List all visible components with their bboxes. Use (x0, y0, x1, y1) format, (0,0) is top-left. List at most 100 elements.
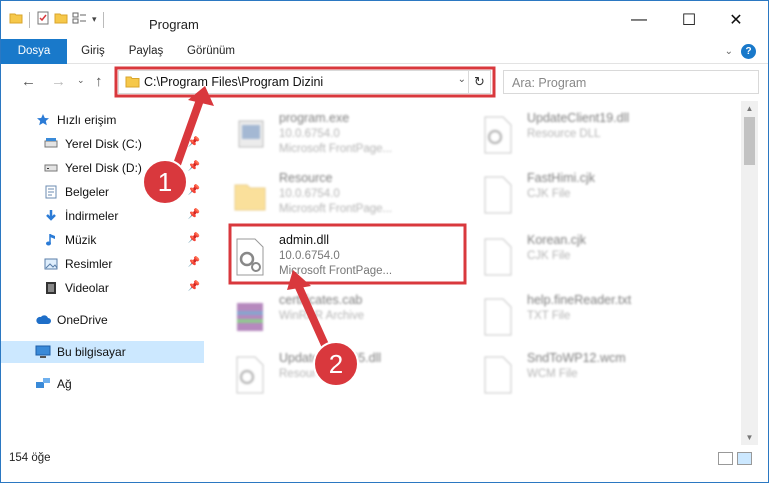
details-view-icon[interactable] (718, 452, 733, 465)
file-type: Resource DLL (527, 128, 601, 140)
file-tile[interactable]: UpdateClient19.dll Resource DLL (463, 105, 703, 163)
file-tile[interactable]: Korean.cjk CJK File (463, 227, 703, 285)
file-tile[interactable]: program.exe 10.0.6754.0 Microsoft FrontP… (215, 105, 455, 163)
tiles-view-icon[interactable] (737, 452, 752, 465)
tab-file[interactable]: Dosya (1, 39, 67, 64)
pin-icon[interactable]: 📌 (188, 257, 200, 268)
sidebar-item-local-disk-d[interactable]: Yerel Disk (D:) 📌 (1, 157, 204, 179)
videos-icon (43, 280, 59, 296)
download-icon (43, 208, 59, 224)
archive-icon (233, 297, 267, 337)
tab-view[interactable]: Görünüm (179, 39, 243, 64)
folder-icon (125, 75, 140, 92)
explorer-window: ▾ Program — ☐ ✕ Dosya Giriş Paylaş Görün… (0, 0, 769, 483)
file-type: WCM File (527, 368, 578, 380)
up-arrow-icon[interactable]: ↑ (95, 73, 103, 90)
address-bar[interactable]: C:\Program Files\Program Dizini ⌄ ↻ (118, 70, 491, 94)
sidebar-item-pictures[interactable]: Resimler 📌 (1, 253, 204, 275)
file-icon (481, 297, 515, 337)
file-tile[interactable]: certificates.cab WinRAR Archive (215, 287, 455, 345)
sidebar-item-quick-access[interactable]: Hızlı erişim (1, 109, 204, 131)
file-name: program.exe (279, 111, 350, 125)
window-title: Program (149, 17, 199, 32)
file-type: CJK File (527, 250, 571, 262)
music-icon (43, 232, 59, 248)
file-description: Microsoft FrontPage... (279, 265, 393, 277)
search-input[interactable]: Ara: Program (503, 70, 759, 94)
pin-icon[interactable]: 📌 (188, 281, 200, 292)
title-bar: ▾ Program — ☐ ✕ (1, 1, 768, 39)
drive-icon (43, 160, 59, 176)
address-dropdown-icon[interactable]: ⌄ (458, 74, 466, 85)
file-description: Microsoft FrontPage... (279, 143, 393, 155)
help-icon[interactable]: ? (741, 44, 756, 59)
sidebar-item-videos[interactable]: Videolar 📌 (1, 277, 204, 299)
maximize-button[interactable]: ☐ (667, 1, 711, 39)
file-type: Resource DLL (279, 368, 353, 380)
view-icon[interactable] (72, 11, 88, 28)
close-button[interactable]: ✕ (714, 1, 758, 39)
pin-icon[interactable]: 📌 (188, 185, 200, 196)
exe-icon (233, 115, 267, 155)
file-name: admin.dll (279, 233, 330, 247)
scroll-up-icon[interactable]: ▲ (741, 104, 758, 113)
forward-arrow-icon[interactable]: → (51, 73, 66, 90)
pin-icon[interactable]: 📌 (188, 233, 200, 244)
pin-icon[interactable]: 📌 (188, 209, 200, 220)
minimize-button[interactable]: — (617, 1, 661, 39)
new-folder-icon[interactable] (54, 11, 68, 28)
sidebar-item-this-pc[interactable]: Bu bilgisayar (1, 341, 204, 363)
file-tile[interactable]: UpdateClient65.dll Resource DLL (215, 345, 455, 403)
ribbon-right-controls: ⌄ ? (725, 44, 756, 59)
sidebar-item-local-disk-c[interactable]: Yerel Disk (C:) 📌 (1, 133, 204, 155)
file-tile-admin-dll[interactable]: admin.dll 10.0.6754.0 Microsoft FrontPag… (215, 227, 455, 285)
sidebar-item-documents[interactable]: Belgeler 📌 (1, 181, 204, 203)
sidebar-item-downloads[interactable]: İndirmeler 📌 (1, 205, 204, 227)
scroll-down-icon[interactable]: ▼ (741, 433, 758, 442)
chevron-down-icon[interactable]: ⌄ (77, 75, 85, 86)
file-name: SndToWP12.wcm (527, 351, 626, 365)
file-name: Resource (279, 171, 333, 185)
dll-icon (233, 237, 267, 277)
status-bar: 154 öğe (1, 449, 768, 469)
network-icon (35, 376, 51, 392)
sidebar-item-onedrive[interactable]: OneDrive (1, 309, 204, 331)
quick-access-toolbar: ▾ (9, 11, 106, 28)
file-name: UpdateClient19.dll (527, 111, 630, 125)
sidebar-item-music[interactable]: Müzik 📌 (1, 229, 204, 251)
file-tile[interactable]: Resource 10.0.6754.0 Microsoft FrontPage… (215, 165, 455, 223)
file-tile[interactable]: SndToWP12.wcm WCM File (463, 345, 703, 403)
file-list: program.exe 10.0.6754.0 Microsoft FrontP… (215, 105, 740, 445)
file-icon (481, 237, 515, 277)
tab-home[interactable]: Giriş (71, 39, 115, 64)
file-tile[interactable]: FastHimi.cjk CJK File (463, 165, 703, 223)
file-tile[interactable]: help.fineReader.txt TXT File (463, 287, 703, 345)
tab-share[interactable]: Paylaş (119, 39, 173, 64)
properties-icon[interactable] (36, 11, 50, 28)
file-version: 10.0.6754.0 (279, 128, 340, 140)
item-count: 154 öğe (9, 452, 51, 464)
file-icon (481, 355, 515, 395)
sidebar-item-label: Müzik (65, 233, 97, 247)
vertical-scrollbar[interactable]: ▲ ▼ (741, 101, 758, 445)
refresh-icon[interactable]: ↻ (468, 71, 490, 93)
chevron-down-icon[interactable]: ⌄ (725, 46, 733, 57)
star-icon (35, 112, 51, 128)
chevron-down-icon[interactable]: ▾ (92, 14, 97, 25)
maximize-icon: ☐ (681, 12, 697, 29)
back-arrow-icon[interactable]: ← (21, 73, 36, 90)
pin-icon[interactable]: 📌 (188, 137, 200, 148)
navigation-row: ← → ⌄ ↑ C:\Program Files\Program Dizini … (1, 65, 768, 101)
sidebar-item-label: Bu bilgisayar (57, 345, 126, 359)
dll-icon (481, 115, 515, 155)
cloud-icon (35, 312, 51, 328)
scrollbar-thumb[interactable] (744, 117, 755, 165)
sidebar-item-label: Belgeler (65, 185, 110, 199)
address-path[interactable]: C:\Program Files\Program Dizini (144, 75, 323, 89)
sidebar-item-label: Yerel Disk (D:) (65, 161, 142, 175)
ribbon-tabs: Dosya Giriş Paylaş Görünüm ⌄ ? (1, 39, 768, 64)
computer-icon (35, 344, 51, 360)
pin-icon[interactable]: 📌 (188, 161, 200, 172)
search-placeholder: Ara: Program (512, 76, 587, 90)
sidebar-item-network[interactable]: Ağ (1, 373, 204, 395)
